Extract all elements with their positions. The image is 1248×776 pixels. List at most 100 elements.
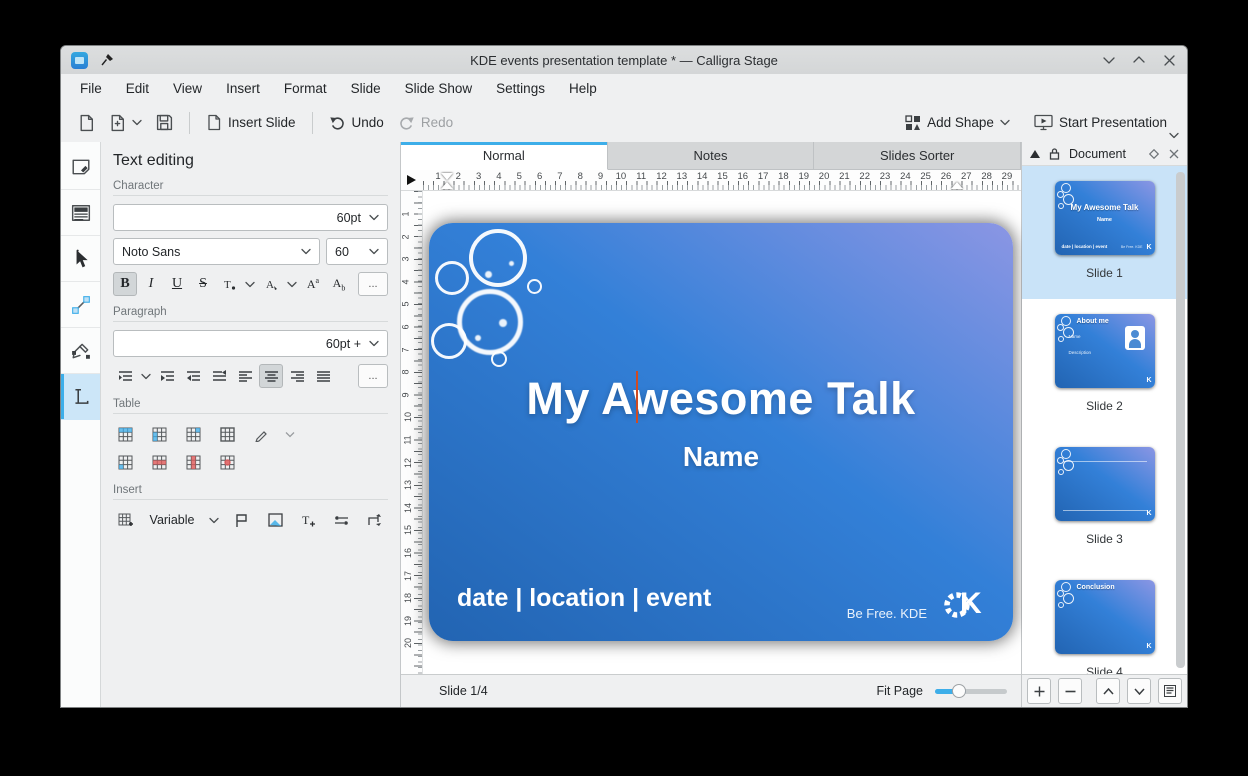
delete-table-button[interactable]	[215, 450, 239, 474]
insert-row-below-button[interactable]	[147, 422, 171, 446]
table-border-pen-button[interactable]	[249, 422, 273, 446]
start-presentation-button[interactable]: Start Presentation	[1027, 109, 1177, 136]
slide-layout-tool[interactable]	[61, 190, 100, 236]
connector-tool[interactable]	[61, 282, 100, 328]
move-slide-up-button[interactable]	[1096, 678, 1120, 704]
menu-slide-show[interactable]: Slide Show	[394, 77, 484, 100]
font-size-combo[interactable]: 60	[326, 238, 388, 265]
underline-button[interactable]: U	[165, 272, 189, 296]
font-color-chevron-icon[interactable]	[243, 272, 257, 296]
slide-canvas[interactable]: 1234567891011121314151617181920	[401, 191, 1021, 674]
zoom-slider-knob[interactable]	[952, 684, 966, 698]
remove-slide-button[interactable]	[1058, 678, 1082, 704]
move-slide-down-button[interactable]	[1127, 678, 1151, 704]
first-line-indent-marker[interactable]	[441, 173, 453, 180]
zoom-mode-label[interactable]: Fit Page	[876, 684, 923, 698]
pin-icon[interactable]	[100, 53, 114, 67]
new-document-button[interactable]	[71, 109, 102, 137]
titlebar[interactable]: KDE events presentation template * — Cal…	[61, 46, 1187, 74]
menu-settings[interactable]: Settings	[485, 77, 556, 100]
insert-image-button[interactable]	[263, 508, 287, 532]
slide-list-item[interactable]: KSlide 3	[1022, 432, 1187, 565]
align-center-button[interactable]	[259, 364, 283, 388]
align-justify-button[interactable]	[311, 364, 335, 388]
subscript-button[interactable]: Ab	[327, 272, 351, 296]
indent-less-button[interactable]	[181, 364, 205, 388]
delete-row-button[interactable]	[147, 450, 171, 474]
list-style-button[interactable]	[113, 364, 137, 388]
close-button[interactable]	[1161, 52, 1177, 68]
first-line-indent-button[interactable]	[207, 364, 231, 388]
open-dropdown-chevron-icon[interactable]	[132, 119, 142, 126]
split-cells-button[interactable]	[113, 450, 137, 474]
character-more-button[interactable]: ...	[358, 272, 388, 296]
path-tool[interactable]	[61, 328, 100, 374]
slide-list-item[interactable]: About meNameDescriptionKSlide 2	[1022, 299, 1187, 432]
add-slide-button[interactable]	[1027, 678, 1051, 704]
lock-icon[interactable]	[1049, 147, 1060, 160]
menu-format[interactable]: Format	[273, 77, 338, 100]
maximize-button[interactable]	[1131, 52, 1147, 68]
insert-slide-button[interactable]: Insert Slide	[199, 109, 303, 136]
selection-tool[interactable]	[61, 236, 100, 282]
slide-footer-text[interactable]: date | location | event	[457, 584, 711, 613]
superscript-button[interactable]: Aa	[301, 272, 325, 296]
highlight-color-button[interactable]: A	[259, 272, 283, 296]
tab-normal[interactable]: Normal	[401, 142, 608, 170]
slide-thumbnail[interactable]: K	[1055, 447, 1155, 521]
strikethrough-button[interactable]: S	[191, 272, 215, 296]
insert-reference-button[interactable]	[362, 508, 386, 532]
vertical-ruler[interactable]: 1234567891011121314151617181920	[401, 191, 423, 674]
slide-list-item[interactable]: ConclusionKSlide 4	[1022, 565, 1187, 674]
slide-title-text[interactable]: My Awesome Talk	[429, 373, 1013, 425]
character-style-combo[interactable]: 60pt	[113, 204, 388, 231]
left-indent-marker[interactable]	[441, 182, 453, 189]
save-button[interactable]	[149, 109, 180, 136]
list-style-chevron-icon[interactable]	[139, 364, 153, 388]
menu-file[interactable]: File	[69, 77, 113, 100]
open-document-button[interactable]	[102, 109, 149, 137]
slide-thumbnail[interactable]: ConclusionK	[1055, 580, 1155, 654]
slide-list-scrollbar[interactable]	[1176, 172, 1185, 668]
right-indent-marker[interactable]	[951, 182, 963, 189]
align-right-button[interactable]	[285, 364, 309, 388]
menu-slide[interactable]: Slide	[340, 77, 392, 100]
slide-editor[interactable]: My Awesome Talk Name date | location | e…	[429, 223, 1013, 641]
menu-help[interactable]: Help	[558, 77, 608, 100]
collapse-panel-icon[interactable]	[1030, 150, 1040, 158]
insert-text-button[interactable]: T	[296, 508, 320, 532]
insert-table-button[interactable]	[113, 508, 137, 532]
paragraph-more-button[interactable]: ...	[358, 364, 388, 388]
italic-button[interactable]: I	[139, 272, 163, 296]
menu-edit[interactable]: Edit	[115, 77, 160, 100]
text-tool[interactable]	[61, 374, 100, 420]
menu-insert[interactable]: Insert	[215, 77, 271, 100]
indent-more-button[interactable]	[155, 364, 179, 388]
horizontal-ruler[interactable]: 1234567891011121314151617181920212223242…	[401, 170, 1021, 191]
font-color-button[interactable]: T	[217, 272, 241, 296]
slide-thumbnail[interactable]: My Awesome TalkNamedate | location | eve…	[1055, 181, 1155, 255]
insert-bookmark-button[interactable]	[230, 508, 254, 532]
minimize-button[interactable]	[1101, 52, 1117, 68]
tab-slides-sorter[interactable]: Slides Sorter	[814, 142, 1021, 170]
undo-button[interactable]: Undo	[322, 109, 391, 136]
highlight-color-chevron-icon[interactable]	[285, 272, 299, 296]
menu-view[interactable]: View	[162, 77, 213, 100]
merge-cells-button[interactable]	[215, 422, 239, 446]
variable-chevron-icon[interactable]	[207, 508, 221, 532]
insert-variable-button[interactable]: Variable	[146, 508, 198, 532]
zoom-slider[interactable]	[935, 684, 1007, 698]
tab-notes[interactable]: Notes	[608, 142, 815, 170]
table-border-chevron-icon[interactable]	[283, 422, 297, 446]
insert-link-button[interactable]	[329, 508, 353, 532]
add-shape-button[interactable]: Add Shape	[898, 110, 1017, 136]
close-panel-icon[interactable]	[1169, 149, 1179, 159]
align-left-button[interactable]	[233, 364, 257, 388]
insert-row-above-button[interactable]	[113, 422, 137, 446]
float-panel-icon[interactable]	[1149, 149, 1159, 159]
insert-column-button[interactable]	[181, 422, 205, 446]
font-family-combo[interactable]: Noto Sans	[113, 238, 320, 265]
slide-subtitle-text[interactable]: Name	[429, 441, 1013, 473]
shape-edit-tool[interactable]	[61, 144, 100, 190]
redo-button[interactable]: Redo	[391, 109, 460, 136]
